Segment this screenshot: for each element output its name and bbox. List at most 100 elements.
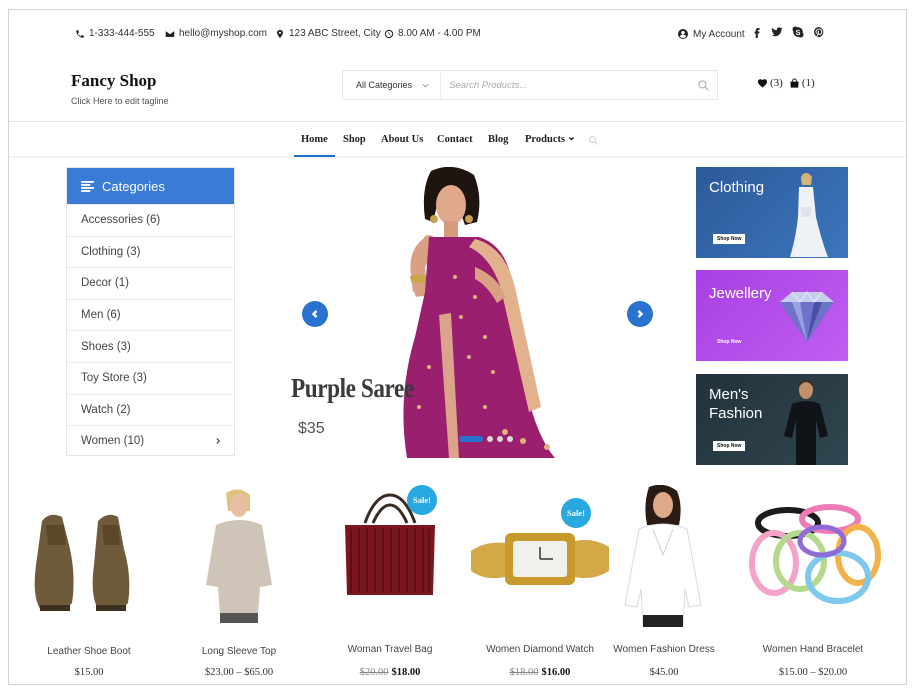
product-name[interactable]: Long Sleeve Top (164, 646, 314, 657)
category-item-watch[interactable]: Watch (2) (67, 393, 234, 426)
nav-home[interactable]: Home (294, 134, 335, 157)
categories-header: Categories (67, 168, 234, 204)
nav-about-us[interactable]: About Us (381, 134, 423, 145)
cart-count: (1) (801, 77, 815, 89)
slider-dot[interactable] (459, 436, 483, 442)
category-item-decor[interactable]: Decor (1) (67, 267, 234, 299)
wishlist-count: (3) (770, 77, 783, 89)
banner-clothing[interactable]: Clothing Shop Now (696, 167, 848, 258)
site-tagline[interactable]: Click Here to edit tagline (71, 96, 169, 106)
nav-shop[interactable]: Shop (343, 134, 366, 145)
banner-clothing-button[interactable]: Shop Now (713, 234, 746, 244)
hours-info: 8.00 AM - 4.00 PM (384, 28, 481, 39)
product-name[interactable]: Women Hand Bracelet (738, 644, 888, 655)
categories-title: Categories (102, 178, 165, 194)
diamond-image (780, 291, 834, 342)
category-item-toy-store[interactable]: Toy Store (3) (67, 361, 234, 394)
category-select[interactable]: All Categories (343, 71, 441, 99)
product-name[interactable]: Leather Shoe Boot (14, 646, 164, 657)
category-label: Shoes (3) (81, 340, 131, 353)
site-brand[interactable]: Fancy Shop (71, 71, 157, 91)
hero-slider: Purple Saree $35 (279, 167, 654, 458)
nav-contact[interactable]: Contact (437, 134, 473, 145)
slider-prev-button[interactable] (302, 301, 328, 327)
wishlist-link[interactable]: (3) (757, 77, 783, 89)
facebook-icon[interactable] (750, 25, 764, 39)
main-nav: Home Shop About Us Contact Blog Products (9, 122, 906, 157)
cart-link[interactable]: (1) (789, 77, 815, 89)
nav-blog[interactable]: Blog (488, 134, 508, 145)
banner-mens-title: Men's Fashion (709, 386, 762, 424)
chevron-down-icon (422, 83, 429, 87)
category-label: Toy Store (3) (81, 372, 147, 385)
product-name[interactable]: Women Fashion Dress (589, 644, 739, 655)
product-image-top (206, 489, 272, 623)
product-card[interactable]: Women Hand Bracelet $15.00 – $20.00 (738, 485, 888, 684)
product-card[interactable]: Women Fashion Dress $45.00 (589, 485, 739, 684)
email-info: hello@myshop.com (165, 28, 267, 39)
banner-clothing-title: Clothing (709, 179, 765, 196)
slide-title: Purple Saree (291, 373, 414, 403)
nav-products-label: Products (525, 134, 566, 145)
category-label: Watch (2) (81, 403, 131, 416)
nav-products[interactable]: Products (525, 134, 575, 145)
pinterest-icon[interactable] (812, 25, 826, 39)
search-icon (589, 136, 598, 145)
shopping-bag-icon (790, 77, 799, 88)
product-card[interactable]: Leather Shoe Boot $15.00 (14, 485, 164, 684)
category-label: Men (6) (81, 309, 121, 322)
product-old-price: $20.00 (359, 667, 389, 678)
my-account-link[interactable]: My Account (677, 28, 745, 40)
slider-dot[interactable] (487, 436, 493, 442)
search-button[interactable] (689, 71, 717, 99)
product-price: $45.00 (649, 667, 679, 678)
category-item-shoes[interactable]: Shoes (3) (67, 330, 234, 362)
category-item-women[interactable]: Women (10) (67, 425, 234, 457)
phone-number: 1-333-444-555 (89, 28, 155, 39)
banner-jewellery-button[interactable]: Shop Now (713, 337, 745, 347)
my-account-label: My Account (693, 28, 745, 40)
skype-icon[interactable] (791, 25, 805, 39)
slide-model-image (403, 167, 555, 458)
category-item-clothing[interactable]: Clothing (3) (67, 235, 234, 268)
product-sale-price: $16.00 (541, 667, 571, 678)
user-circle-icon (678, 29, 688, 39)
banner-jewellery[interactable]: Jewellery Shop Now (696, 270, 848, 361)
top-bar: 1-333-444-555 hello@myshop.com 123 ABC S… (9, 10, 906, 56)
chevron-right-icon (637, 310, 644, 318)
banner-mens-fashion[interactable]: Men's Fashion Shop Now (696, 374, 848, 465)
category-item-accessories[interactable]: Accessories (6) (67, 204, 234, 236)
search-input[interactable] (441, 79, 689, 91)
hours-text: 8.00 AM - 4.00 PM (398, 28, 481, 39)
header-actions: (3) (1) (757, 77, 815, 89)
product-image-shoes (34, 514, 130, 611)
category-item-men[interactable]: Men (6) (67, 298, 234, 331)
slider-dot[interactable] (507, 436, 513, 442)
product-name[interactable]: Woman Travel Bag (315, 644, 465, 655)
slider-next-button[interactable] (627, 301, 653, 327)
product-card[interactable]: Sale! Woman Travel Bag $20.00 $18.00 (315, 485, 465, 684)
category-label: Decor (1) (81, 277, 129, 290)
banner-jewellery-title: Jewellery (709, 285, 772, 302)
email-address[interactable]: hello@myshop.com (179, 28, 267, 39)
product-image-bag (345, 493, 435, 595)
envelope-icon (165, 30, 175, 37)
banner-mens-title-line1: Men's (709, 386, 749, 403)
address-info: 123 ABC Street, City (275, 28, 381, 39)
sale-badge: Sale! (561, 498, 591, 528)
twitter-icon[interactable] (770, 25, 784, 39)
nav-search-button[interactable] (588, 133, 599, 145)
banner-mens-button[interactable]: Shop Now (713, 441, 746, 451)
phone-icon (76, 29, 84, 38)
category-label: Women (10) (81, 435, 145, 448)
search-icon (697, 79, 709, 91)
slider-dots (459, 436, 513, 442)
list-icon (81, 180, 94, 192)
slider-dot[interactable] (497, 436, 503, 442)
map-marker-icon (277, 29, 283, 38)
category-select-value: All Categories (356, 80, 413, 90)
product-price: $15.00 (74, 667, 104, 678)
address-text: 123 ABC Street, City (289, 28, 381, 39)
chevron-left-icon (311, 310, 318, 318)
product-card[interactable]: Long Sleeve Top $23.00 – $65.00 (164, 485, 314, 684)
